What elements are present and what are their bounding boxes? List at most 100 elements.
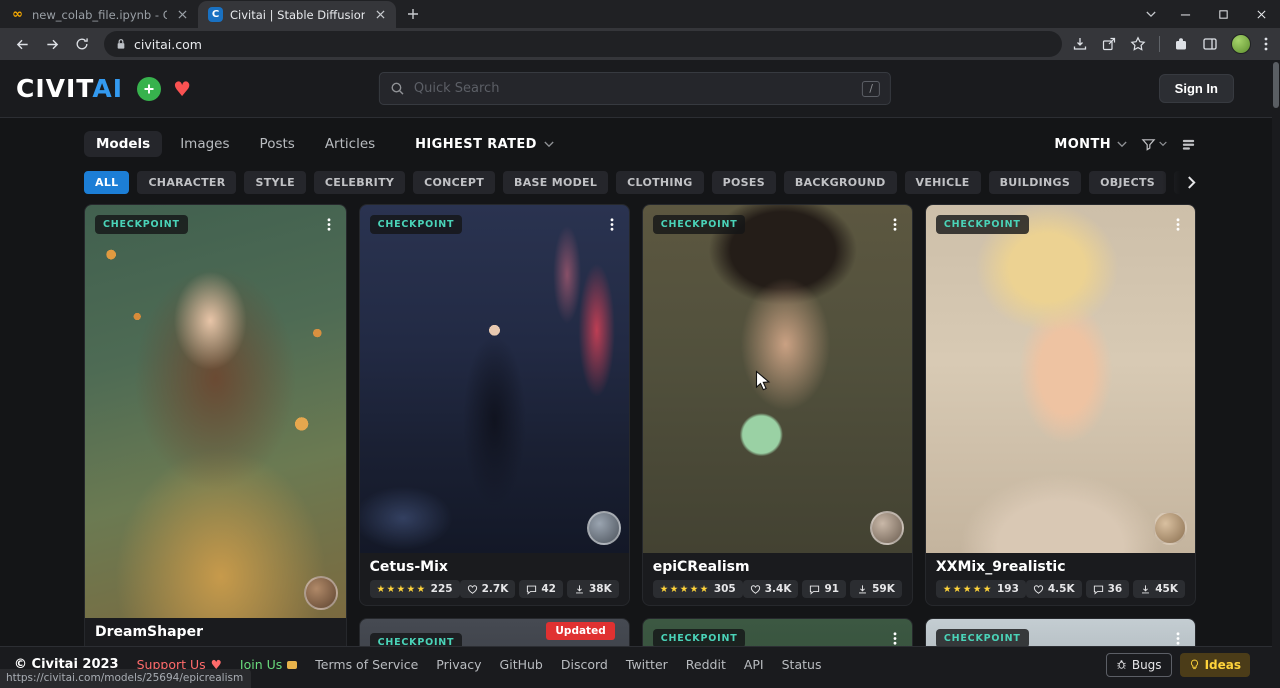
civitai-logo[interactable]: CIVITAI xyxy=(16,74,123,103)
downloads-pill[interactable]: 59K xyxy=(850,580,902,598)
comments-pill[interactable]: 42 xyxy=(519,580,563,598)
category-chip[interactable]: CHARACTER xyxy=(137,171,236,194)
rating-pill: ★★★★★305 xyxy=(653,580,743,598)
bugs-button[interactable]: Bugs xyxy=(1106,653,1172,677)
model-stats: ★★★★★225 2.7K 42 38K xyxy=(370,580,619,598)
category-chip[interactable]: BACKGROUND xyxy=(784,171,897,194)
bookmark-star-icon[interactable] xyxy=(1130,36,1146,52)
category-chip[interactable]: BASE MODEL xyxy=(503,171,608,194)
likes-pill[interactable]: 3.4K xyxy=(743,580,799,598)
footer-link-api[interactable]: API xyxy=(744,657,764,672)
category-chip[interactable]: POSES xyxy=(712,171,776,194)
category-chip-all[interactable]: ALL xyxy=(84,171,129,194)
footer-link-status[interactable]: Status xyxy=(782,657,822,672)
likes-count: 3.4K xyxy=(765,583,792,595)
sort-dropdown[interactable]: HIGHEST RATED xyxy=(415,137,554,152)
close-tab-icon[interactable] xyxy=(372,7,388,23)
back-icon[interactable] xyxy=(8,30,36,58)
scrollbar-thumb[interactable] xyxy=(1273,62,1279,108)
maximize-button[interactable] xyxy=(1204,0,1242,28)
likes-pill[interactable]: 4.5K xyxy=(1026,580,1082,598)
filter-button[interactable] xyxy=(1141,137,1167,152)
category-chip[interactable]: VEHICLE xyxy=(905,171,981,194)
browser-tab-civitai[interactable]: C Civitai | Stable Diffusion models xyxy=(198,1,396,28)
card-menu-kebab-icon[interactable] xyxy=(884,213,906,235)
model-card-xxmix[interactable]: CHECKPOINT XXMix_9realistic ★★★★★193 4.5… xyxy=(925,204,1196,606)
new-tab-button[interactable] xyxy=(400,1,426,27)
footer-link-privacy[interactable]: Privacy xyxy=(436,657,481,672)
downloads-icon[interactable] xyxy=(1072,36,1088,52)
tab-images[interactable]: Images xyxy=(168,131,241,157)
model-card-cetusmix[interactable]: CHECKPOINT Cetus-Mix ★★★★★225 2.7K 42 38… xyxy=(359,204,630,606)
close-window-button[interactable] xyxy=(1242,0,1280,28)
downloads-pill[interactable]: 38K xyxy=(567,580,619,598)
footer-link-discord[interactable]: Discord xyxy=(561,657,608,672)
card-menu-kebab-icon[interactable] xyxy=(318,213,340,235)
civitai-page: CIVITAI ♥ Quick Search / Sign In Models … xyxy=(0,60,1280,688)
colab-icon: ∞ xyxy=(10,7,25,22)
tab-search-icon[interactable] xyxy=(1136,0,1166,28)
model-thumbnail xyxy=(643,205,912,553)
share-icon[interactable] xyxy=(1101,36,1117,52)
category-chip[interactable]: CELEBRITY xyxy=(314,171,405,194)
profile-avatar[interactable] xyxy=(1231,34,1251,54)
creator-avatar[interactable] xyxy=(304,576,338,610)
creator-avatar[interactable] xyxy=(587,511,621,545)
model-thumbnail xyxy=(360,205,629,553)
category-chip[interactable]: OBJECTS xyxy=(1089,171,1166,194)
search-input[interactable]: Quick Search / xyxy=(379,72,891,105)
footer-link-github[interactable]: GitHub xyxy=(500,657,543,672)
likes-pill[interactable]: 2.7K xyxy=(460,580,516,598)
browser-tab-colab[interactable]: ∞ new_colab_file.ipynb - Colaborat xyxy=(0,1,198,28)
category-chip[interactable]: BUILDINGS xyxy=(989,171,1082,194)
minimize-button[interactable] xyxy=(1166,0,1204,28)
model-title: DreamShaper xyxy=(95,624,336,640)
creator-avatar[interactable] xyxy=(870,511,904,545)
page-scrollbar[interactable] xyxy=(1272,60,1280,688)
sign-in-button[interactable]: Sign In xyxy=(1159,74,1234,103)
comments-pill[interactable]: 36 xyxy=(1086,580,1130,598)
footer-link-terms[interactable]: Terms of Service xyxy=(315,657,418,672)
model-title: Cetus-Mix xyxy=(370,559,619,575)
sort-label: HIGHEST RATED xyxy=(415,137,537,152)
category-chip[interactable]: CONCEPT xyxy=(413,171,495,194)
star-rating-icon: ★★★★★ xyxy=(377,584,427,595)
model-card-dreamshaper[interactable]: CHECKPOINT DreamShaper xyxy=(84,204,347,667)
create-plus-button[interactable] xyxy=(137,77,161,101)
category-chip[interactable]: STYLE xyxy=(244,171,305,194)
menu-kebab-icon[interactable] xyxy=(1264,36,1268,52)
footer-link-reddit[interactable]: Reddit xyxy=(686,657,726,672)
model-type-badge: CHECKPOINT xyxy=(95,215,188,234)
period-dropdown[interactable]: MONTH xyxy=(1054,137,1127,152)
window-controls xyxy=(1136,0,1280,28)
star-rating-icon: ★★★★★ xyxy=(660,584,710,595)
tab-models[interactable]: Models xyxy=(84,131,162,157)
creator-avatar[interactable] xyxy=(1153,511,1187,545)
model-thumbnail xyxy=(926,205,1195,553)
card-menu-kebab-icon[interactable] xyxy=(1167,213,1189,235)
ideas-button[interactable]: Ideas xyxy=(1180,653,1250,677)
period-label: MONTH xyxy=(1054,137,1111,152)
extensions-icon[interactable] xyxy=(1173,36,1189,52)
side-panel-icon[interactable] xyxy=(1202,36,1218,52)
favorites-heart-icon[interactable]: ♥ xyxy=(173,79,191,99)
category-chip[interactable]: CLOTHING xyxy=(616,171,703,194)
comments-pill[interactable]: 91 xyxy=(802,580,846,598)
downloads-count: 38K xyxy=(589,583,612,595)
address-bar[interactable]: civitai.com xyxy=(104,31,1062,57)
footer-link-twitter[interactable]: Twitter xyxy=(626,657,668,672)
downloads-pill[interactable]: 45K xyxy=(1133,580,1185,598)
tab-articles[interactable]: Articles xyxy=(313,131,387,157)
layout-toggle-icon[interactable] xyxy=(1181,137,1196,152)
card-menu-kebab-icon[interactable] xyxy=(601,213,623,235)
browser-tabstrip: ∞ new_colab_file.ipynb - Colaborat C Civ… xyxy=(0,0,1280,28)
reload-icon[interactable] xyxy=(68,30,96,58)
toolbar-divider xyxy=(1159,36,1160,52)
tab-posts[interactable]: Posts xyxy=(248,131,307,157)
model-type-badge: CHECKPOINT xyxy=(370,215,463,234)
forward-icon[interactable] xyxy=(38,30,66,58)
model-card-epicrealism[interactable]: CHECKPOINT epiCRealism ★★★★★305 3.4K 91 … xyxy=(642,204,913,606)
chips-scroll-right-icon[interactable] xyxy=(1162,170,1196,194)
search-placeholder: Quick Search xyxy=(414,81,853,96)
close-tab-icon[interactable] xyxy=(174,7,190,23)
